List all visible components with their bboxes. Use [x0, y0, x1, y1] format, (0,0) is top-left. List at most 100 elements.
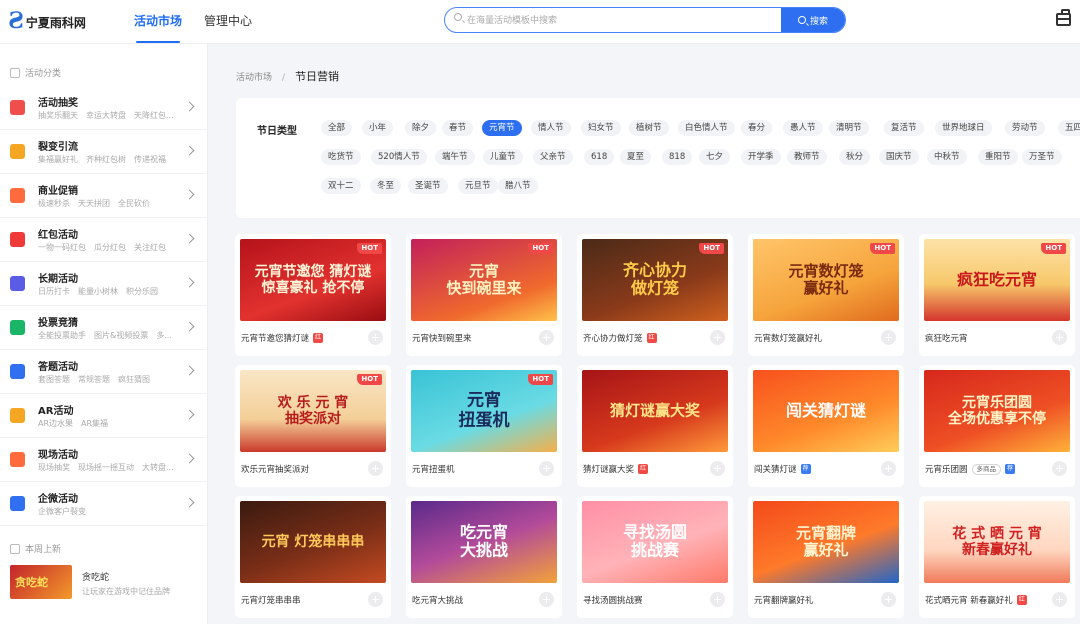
- filter-tag[interactable]: 教师节: [787, 149, 827, 165]
- template-card[interactable]: 疯狂吃元宵 HOT 疯狂吃元宵: [919, 234, 1075, 356]
- sidebar-category[interactable]: 商业促销 极速秒杀 天天拼团 全民砍价: [0, 174, 208, 218]
- template-thumbnail[interactable]: 元宵翻牌 赢好礼: [753, 501, 899, 583]
- filter-tag[interactable]: 重阳节: [978, 149, 1018, 165]
- filter-tag[interactable]: 元旦节: [458, 178, 498, 194]
- filter-tag[interactable]: 腊八节: [498, 178, 538, 194]
- template-card[interactable]: 吃元宵 大挑战 吃元宵大挑战: [406, 496, 562, 618]
- template-card[interactable]: 元宵数灯笼 赢好礼 HOT 元宵数灯笼赢好礼: [748, 234, 904, 356]
- nav-market[interactable]: 活动市场: [128, 0, 188, 44]
- filter-tag[interactable]: 双十二: [321, 178, 361, 194]
- filter-tag[interactable]: 开学季: [741, 149, 781, 165]
- filter-tag[interactable]: 秋分: [839, 149, 871, 165]
- filter-tag[interactable]: 情人节: [531, 120, 571, 136]
- add-icon[interactable]: [1052, 592, 1067, 607]
- filter-tag[interactable]: 植树节: [629, 120, 669, 136]
- template-thumbnail[interactable]: 猜灯谜赢大奖: [582, 370, 728, 452]
- filter-tag[interactable]: 除夕: [405, 120, 437, 136]
- filter-tag[interactable]: 冬至: [370, 178, 402, 194]
- template-card[interactable]: 齐心协力 做灯笼 HOT 齐心协力做灯笼红: [577, 234, 733, 356]
- nav-manage[interactable]: 管理中心: [198, 0, 258, 44]
- template-thumbnail[interactable]: 元宵 灯笼串串串: [240, 501, 386, 583]
- filter-tag[interactable]: 春分: [741, 120, 773, 136]
- sidebar-category[interactable]: 长期活动 日历打卡 能量小树林 积分乐园: [0, 262, 208, 306]
- sidebar-category[interactable]: 现场活动 现场抽奖 现场摇一摇互动 大转盘...: [0, 438, 208, 482]
- template-card[interactable]: 闯关猜灯谜 闯关猜灯谜荐: [748, 365, 904, 487]
- add-icon[interactable]: [710, 330, 725, 345]
- filter-tag[interactable]: 818: [662, 149, 693, 165]
- template-card[interactable]: 欢 乐 元 宵 抽奖派对 HOT 欢乐元宵抽奖派对: [235, 365, 391, 487]
- template-card[interactable]: 元宵 快到碗里来 HOT 元宵快到碗里来: [406, 234, 562, 356]
- add-icon[interactable]: [710, 461, 725, 476]
- filter-tag[interactable]: 七夕: [699, 149, 731, 165]
- filter-tag[interactable]: 愚人节: [783, 120, 823, 136]
- sidebar-category[interactable]: AR活动 AR边水果 AR集福: [0, 394, 208, 438]
- filter-tag[interactable]: 小年: [362, 120, 394, 136]
- filter-tag[interactable]: 父亲节: [533, 149, 573, 165]
- filter-tag[interactable]: 劳动节: [1005, 120, 1045, 136]
- filter-tag[interactable]: 全部: [321, 120, 353, 136]
- template-card[interactable]: 元宵翻牌 赢好礼 元宵翻牌赢好礼: [748, 496, 904, 618]
- template-thumbnail[interactable]: 元宵数灯笼 赢好礼 HOT: [753, 239, 899, 321]
- filter-tag[interactable]: 圣诞节: [408, 178, 448, 194]
- template-thumbnail[interactable]: 寻找汤圆 挑战赛: [582, 501, 728, 583]
- template-card[interactable]: 元宵 扭蛋机 HOT 元宵扭蛋机: [406, 365, 562, 487]
- new-item[interactable]: 贪吃蛇 贪吃蛇 让玩家在游戏中记住品牌: [10, 565, 208, 603]
- template-card[interactable]: 猜灯谜赢大奖 猜灯谜赢大奖红: [577, 365, 733, 487]
- filter-tag[interactable]: 夏至: [620, 149, 652, 165]
- filter-tag[interactable]: 复活节: [884, 120, 924, 136]
- template-thumbnail[interactable]: 吃元宵 大挑战: [411, 501, 557, 583]
- filter-tag[interactable]: 清明节: [829, 120, 869, 136]
- sidebar-category[interactable]: 裂变引流 集福赢好礼 齐种红包树 传递祝福: [0, 130, 208, 174]
- filter-tag[interactable]: 妇女节: [581, 120, 621, 136]
- filter-tag[interactable]: 儿童节: [483, 149, 523, 165]
- add-icon[interactable]: [1052, 330, 1067, 345]
- add-icon[interactable]: [368, 461, 383, 476]
- sidebar-category[interactable]: 企微活动 企微客户裂变: [0, 482, 208, 526]
- filter-tag[interactable]: 中秋节: [927, 149, 967, 165]
- add-icon[interactable]: [881, 592, 896, 607]
- template-thumbnail[interactable]: 疯狂吃元宵 HOT: [924, 239, 1070, 321]
- add-icon[interactable]: [710, 592, 725, 607]
- add-icon[interactable]: [539, 592, 554, 607]
- template-thumbnail[interactable]: 元宵乐团圆 全场优惠享不停: [924, 370, 1070, 452]
- add-icon[interactable]: [539, 461, 554, 476]
- sidebar-category[interactable]: 投票竞猜 全能投票助手 图片&视频投票 多...: [0, 306, 208, 350]
- template-card[interactable]: 寻找汤圆 挑战赛 寻找汤圆挑战赛: [577, 496, 733, 618]
- filter-tag[interactable]: 618: [584, 149, 615, 165]
- search-button[interactable]: 搜索: [781, 8, 845, 32]
- filter-tag[interactable]: 世界地球日: [935, 120, 992, 136]
- template-thumbnail[interactable]: 花 式 晒 元 宵 新春赢好礼: [924, 501, 1070, 583]
- template-thumbnail[interactable]: 元宵节邀您 猜灯谜 惊喜豪礼 抢不停 HOT: [240, 239, 386, 321]
- template-card[interactable]: 元宵节邀您 猜灯谜 惊喜豪礼 抢不停 HOT 元宵节邀您猜灯谜红: [235, 234, 391, 356]
- filter-tag[interactable]: 五四: [1058, 120, 1080, 136]
- sidebar-category[interactable]: 活动抽奖 抽奖乐翻天 幸运大转盘 天降红包...: [0, 86, 208, 130]
- sidebar-category[interactable]: 答题活动 套图答题 常规答题 疯狂猜图: [0, 350, 208, 394]
- filter-tag[interactable]: 元宵节: [482, 120, 522, 136]
- add-icon[interactable]: [539, 330, 554, 345]
- logo[interactable]: Ƨ 宁夏雨科网: [8, 8, 86, 34]
- add-icon[interactable]: [368, 592, 383, 607]
- search-input[interactable]: [467, 8, 777, 32]
- template-card[interactable]: 元宵乐团圆 全场优惠享不停 元宵乐团圆 多商品荐: [919, 365, 1075, 487]
- add-icon[interactable]: [881, 461, 896, 476]
- filter-tag[interactable]: 国庆节: [879, 149, 919, 165]
- add-icon[interactable]: [881, 330, 896, 345]
- filter-tag[interactable]: 春节: [442, 120, 474, 136]
- briefcase-icon[interactable]: [1056, 9, 1071, 26]
- filter-tag[interactable]: 万圣节: [1022, 149, 1062, 165]
- template-thumbnail[interactable]: 元宵 快到碗里来 HOT: [411, 239, 557, 321]
- add-icon[interactable]: [1052, 461, 1067, 476]
- add-icon[interactable]: [368, 330, 383, 345]
- template-thumbnail[interactable]: 元宵 扭蛋机 HOT: [411, 370, 557, 452]
- template-thumbnail[interactable]: 欢 乐 元 宵 抽奖派对 HOT: [240, 370, 386, 452]
- sidebar-category[interactable]: 红包活动 一物一码红包 瓜分红包 关注红包: [0, 218, 208, 262]
- filter-tag[interactable]: 吃货节: [321, 149, 361, 165]
- filter-tag[interactable]: 520情人节: [371, 149, 427, 165]
- template-thumbnail[interactable]: 闯关猜灯谜: [753, 370, 899, 452]
- template-thumbnail[interactable]: 齐心协力 做灯笼 HOT: [582, 239, 728, 321]
- template-card[interactable]: 花 式 晒 元 宵 新春赢好礼 花式晒元宵 新春赢好礼红: [919, 496, 1075, 618]
- template-card[interactable]: 元宵 灯笼串串串 元宵灯笼串串串: [235, 496, 391, 618]
- filter-tag[interactable]: 端午节: [435, 149, 475, 165]
- filter-tag[interactable]: 白色情人节: [678, 120, 735, 136]
- breadcrumb-parent[interactable]: 活动市场: [236, 73, 272, 83]
